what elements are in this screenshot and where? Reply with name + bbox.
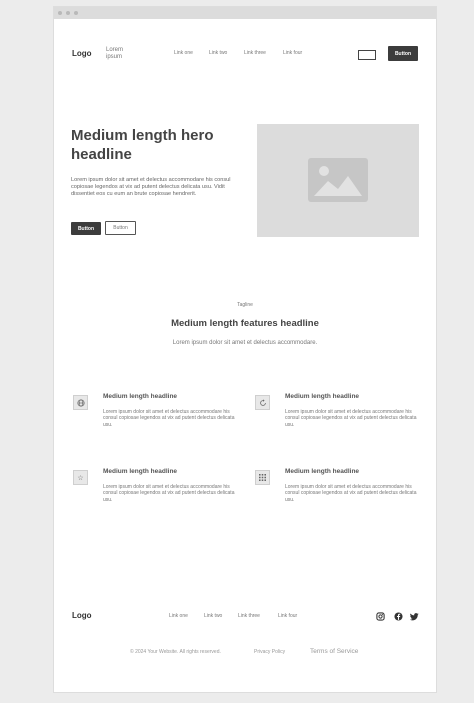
- features-headline: Medium length features headline: [171, 318, 319, 329]
- footer-terms-link[interactable]: Terms of Service: [310, 648, 358, 655]
- footer-link-four[interactable]: Link four: [278, 613, 297, 619]
- feature-item: ☆ Medium length headline Lorem ipsum dol…: [73, 468, 235, 528]
- features-tagline: Tagline: [237, 302, 253, 308]
- grid-icon: [255, 470, 270, 485]
- feature-title: Medium length headline: [103, 393, 178, 400]
- globe-icon: [73, 395, 88, 410]
- feature-item: Medium length headline Lorem ipsum dolor…: [73, 393, 235, 453]
- nav-outline-button[interactable]: [358, 50, 376, 60]
- hero-body: Lorem ipsum dolor sit amet et delectus a…: [71, 177, 231, 198]
- footer-link-three[interactable]: Link three: [238, 613, 260, 619]
- feature-title: Medium length headline: [285, 393, 360, 400]
- instagram-icon[interactable]: [376, 612, 385, 621]
- feature-body: Lorem ipsum dolor sit amet et delectus a…: [103, 484, 235, 503]
- nav-link-two[interactable]: Link two: [209, 50, 227, 56]
- nav-link-three[interactable]: Link three: [244, 50, 266, 56]
- nav-logo-subtitle: Lorem ipsum: [106, 47, 124, 60]
- hero-primary-button[interactable]: Button: [71, 222, 101, 235]
- hero-secondary-button[interactable]: Button: [105, 221, 136, 235]
- footer-link-two[interactable]: Link two: [204, 613, 222, 619]
- star-icon: ☆: [73, 470, 88, 485]
- footer-link-one[interactable]: Link one: [169, 613, 188, 619]
- footer-copyright: © 2024 Your Website. All rights reserved…: [130, 649, 221, 655]
- window-titlebar: [54, 7, 436, 19]
- twitter-icon[interactable]: [410, 612, 419, 621]
- feature-body: Lorem ipsum dolor sit amet et delectus a…: [103, 409, 235, 428]
- hero-headline: Medium length hero headline: [71, 127, 214, 163]
- window-dot: [66, 11, 70, 15]
- feature-item: Medium length headline Lorem ipsum dolor…: [255, 468, 417, 528]
- refresh-icon: [255, 395, 270, 410]
- nav-link-one[interactable]: Link one: [174, 50, 193, 56]
- footer-privacy-link[interactable]: Privacy Policy: [254, 649, 285, 655]
- nav-link-four[interactable]: Link four: [283, 50, 302, 56]
- feature-title: Medium length headline: [103, 468, 178, 475]
- features-subtext: Lorem ipsum dolor sit amet et delectus a…: [172, 340, 318, 346]
- page-frame: Logo Lorem ipsum Link one Link two Link …: [53, 6, 437, 693]
- feature-body: Lorem ipsum dolor sit amet et delectus a…: [285, 484, 417, 503]
- feature-item: Medium length headline Lorem ipsum dolor…: [255, 393, 417, 453]
- feature-title: Medium length headline: [285, 468, 360, 475]
- nav-logo[interactable]: Logo: [72, 49, 92, 58]
- feature-body: Lorem ipsum dolor sit amet et delectus a…: [285, 409, 417, 428]
- nav-button[interactable]: Button: [388, 46, 418, 61]
- window-dot: [74, 11, 78, 15]
- facebook-icon[interactable]: [394, 612, 403, 621]
- hero-image-placeholder: [257, 124, 419, 237]
- footer-logo[interactable]: Logo: [72, 611, 92, 620]
- window-dot: [58, 11, 62, 15]
- image-icon: [308, 158, 368, 202]
